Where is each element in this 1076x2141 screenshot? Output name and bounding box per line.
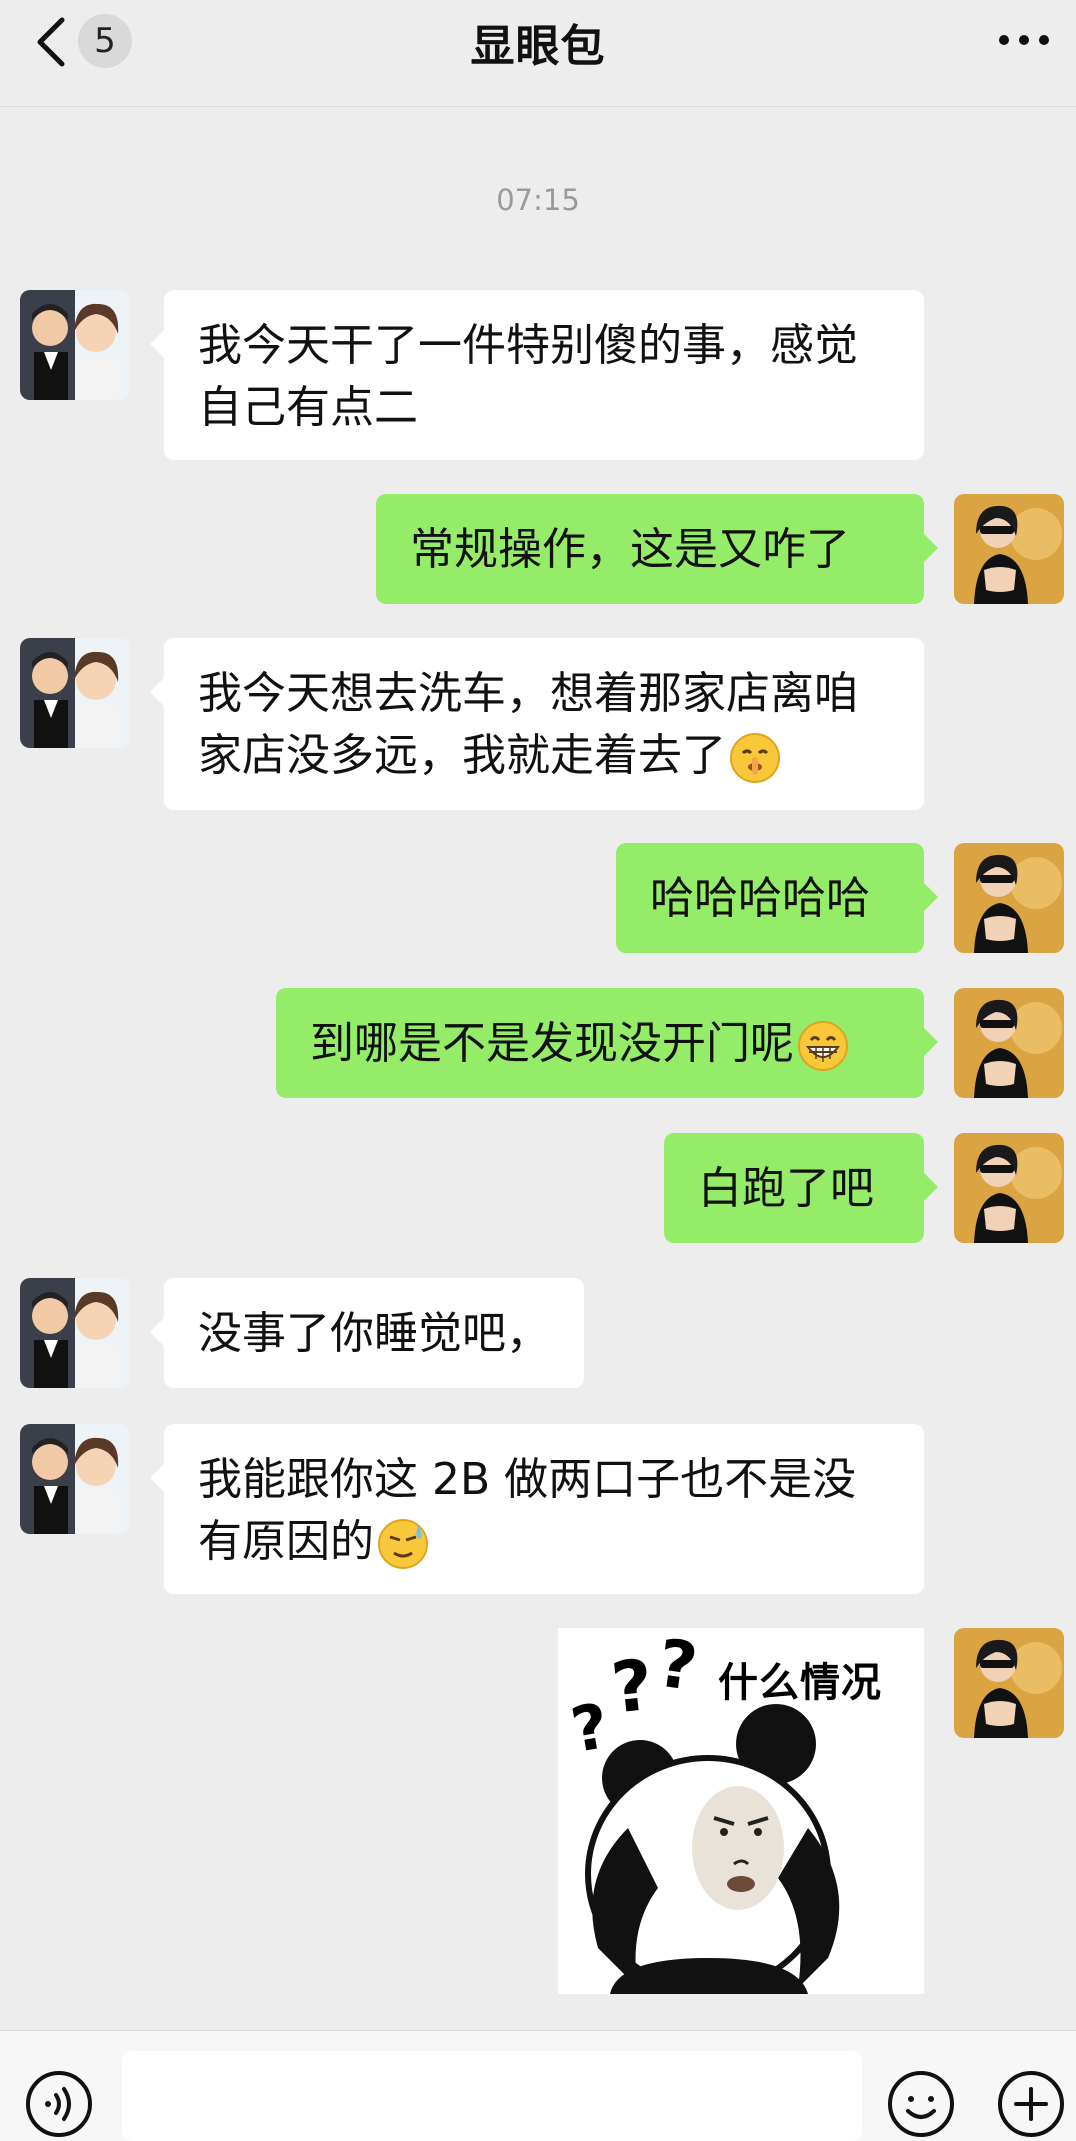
message-line: 我今天想去洗车，想着那家店离咱	[198, 668, 858, 719]
message-line: 我能跟你这 2B 做两口子也不是没	[198, 1454, 857, 1505]
svg-text:?: ?	[653, 1628, 702, 1706]
sweat-smile-emoji	[378, 1519, 428, 1569]
more-dots-icon[interactable]	[994, 20, 1054, 60]
chat-title: 显眼包	[470, 21, 606, 72]
plus-icon[interactable]	[996, 2069, 1066, 2139]
message-line: 白跑了吧	[698, 1163, 874, 1214]
svg-text:?: ?	[566, 1689, 614, 1767]
message-line-with-emoji: 家店没多远，我就走着去了	[198, 725, 890, 787]
message-bubble[interactable]: 哈哈哈哈哈	[616, 843, 938, 953]
message-bubble[interactable]: 白跑了吧	[664, 1133, 938, 1243]
message-bubble[interactable]: 我今天干了一件特别傻的事，感觉 自己有点二	[150, 290, 924, 460]
user-avatar[interactable]	[954, 988, 1064, 1098]
user-avatar[interactable]	[954, 1628, 1064, 1738]
message-input[interactable]	[122, 2051, 862, 2141]
couple-avatar[interactable]	[20, 638, 130, 748]
message-line-with-emoji: 有原因的	[198, 1511, 890, 1573]
message-line: 没事了你睡觉吧，	[198, 1308, 550, 1359]
message-line-with-emoji: 到哪是不是发现没开门呢	[310, 1013, 890, 1075]
message-line: 常规操作，这是又咋了	[410, 524, 850, 575]
sticker-caption: 什么情况	[718, 1660, 882, 1706]
user-avatar[interactable]	[954, 843, 1064, 953]
couple-avatar[interactable]	[20, 1278, 130, 1388]
message-bubble[interactable]: 我能跟你这 2B 做两口子也不是没 有原因的	[150, 1424, 924, 1594]
message-line: 有原因的	[198, 1516, 374, 1567]
message-timestamp: 07:15	[496, 183, 580, 217]
svg-text:?: ?	[608, 1644, 657, 1730]
input-bar	[0, 2030, 1076, 2141]
shushing-face-emoji	[730, 733, 780, 783]
message-line: 我今天干了一件特别傻的事，感觉	[198, 320, 858, 371]
couple-avatar[interactable]	[20, 290, 130, 400]
couple-avatar[interactable]	[20, 1424, 130, 1534]
chat-header: 5 显眼包	[0, 0, 1076, 107]
voice-icon[interactable]	[24, 2069, 94, 2139]
message-line: 到哪是不是发现没开门呢	[310, 1018, 794, 1069]
message-line: 自己有点二	[198, 382, 418, 433]
user-avatar[interactable]	[954, 494, 1064, 604]
message-bubble[interactable]: 常规操作，这是又咋了	[376, 494, 938, 604]
user-avatar[interactable]	[954, 1133, 1064, 1243]
emoji-icon[interactable]	[886, 2069, 956, 2139]
message-bubble[interactable]: 我今天想去洗车，想着那家店离咱 家店没多远，我就走着去了	[150, 638, 924, 810]
message-line: 哈哈哈哈哈	[650, 873, 870, 924]
message-line: 家店没多远，我就走着去了	[198, 730, 726, 781]
panda-meme-sticker[interactable]: ? ? ? 什么情况	[558, 1628, 924, 1994]
message-bubble[interactable]: 没事了你睡觉吧，	[150, 1278, 584, 1388]
grinning-face-emoji	[798, 1021, 848, 1071]
message-bubble[interactable]: 到哪是不是发现没开门呢	[276, 988, 938, 1098]
